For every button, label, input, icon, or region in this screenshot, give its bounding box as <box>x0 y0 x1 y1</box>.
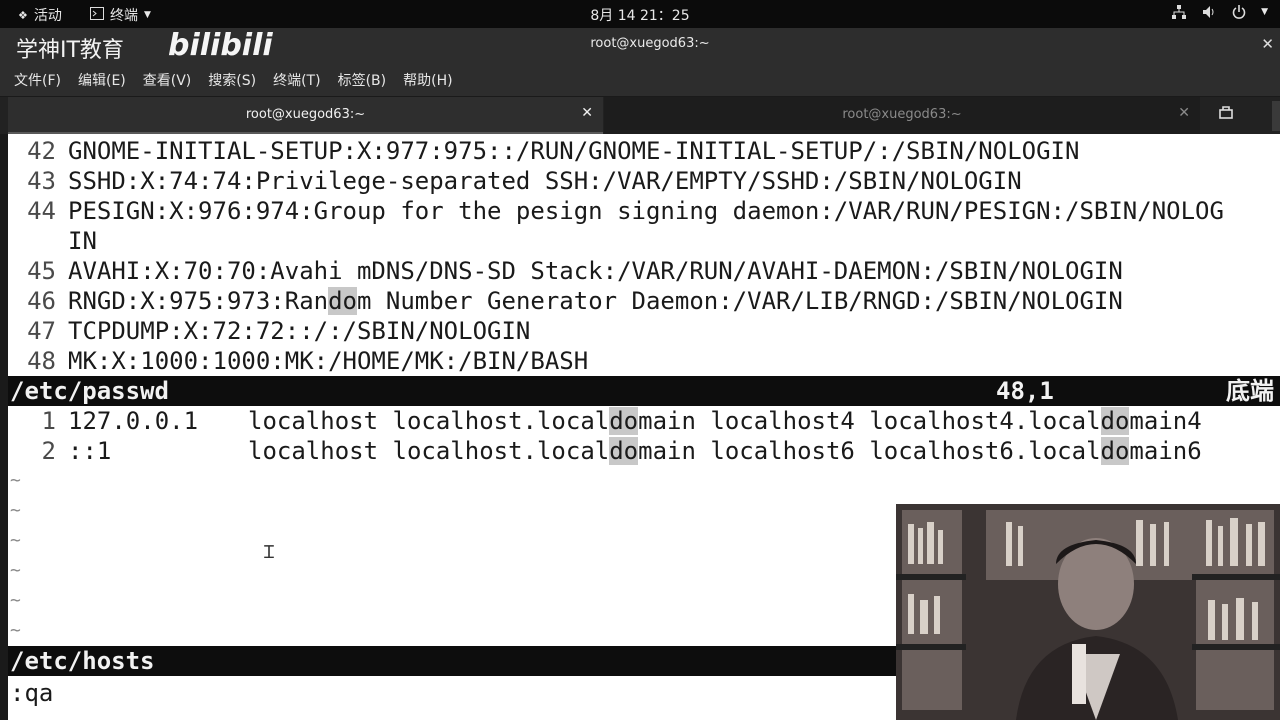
tab-label: root@xuegod63:~ <box>245 107 366 122</box>
tab-bar: root@xuegod63:~ ✕ root@xuegod63:~ ✕ <box>0 96 1280 135</box>
passwd-line: 44 PESIGN:X:976:974:Group for the pesign … <box>27 197 1224 225</box>
hosts-line: 2::1 localhost localhost.localdomain loca… <box>41 437 1202 465</box>
system-tray[interactable]: ▼ <box>1171 4 1268 20</box>
status-line-passwd: /etc/passwd 48,1 底端 <box>8 376 1280 406</box>
status-filename: /etc/hosts <box>10 647 155 675</box>
webcam-overlay <box>896 504 1280 720</box>
hosts-line: 1 127.0.0.1 localhost localhost.localdomai… <box>41 407 1202 435</box>
passwd-line: 43 SSHD:X:74:74:Privilege-separated SSH:/… <box>27 167 1022 195</box>
tab-label: root@xuegod63:~ <box>842 107 962 122</box>
menu-bar: 文件(F) 编辑(E) 查看(V) 搜索(S) 终端(T) 标签(B) 帮助(H… <box>0 64 1280 96</box>
empty-line-marker: ~ <box>10 470 21 491</box>
passwd-line: 47 TCPDUMP:X:72:72::/:/SBIN/NOLOGIN <box>27 317 531 345</box>
menu-file[interactable]: 文件(F) <box>14 70 61 90</box>
gnome-top-bar: ❖ 活动 终端 ▼ 8月 14 21：25 ▼ <box>0 0 1280 28</box>
window-titlebar[interactable]: 学神IT教育 bilibili root@xuegod63:~ ✕ <box>0 28 1280 64</box>
empty-line-marker: ~ <box>10 530 21 551</box>
close-icon[interactable]: ✕ <box>1261 35 1274 53</box>
tab-scroll-handle[interactable] <box>1272 101 1280 131</box>
menu-view[interactable]: 查看(V) <box>143 70 192 90</box>
tab-terminal-1[interactable]: root@xuegod63:~ ✕ <box>8 97 603 135</box>
passwd-line: 42 GNOME-INITIAL-SETUP:X:977:975::/RUN/GN… <box>27 137 1080 165</box>
passwd-line: 48 MK:X:1000:1000:MK:/HOME/MK:/BIN/BASH <box>27 347 589 375</box>
menu-tabs[interactable]: 标签(B) <box>338 70 387 90</box>
network-icon[interactable] <box>1171 4 1187 20</box>
power-icon[interactable] <box>1231 4 1247 20</box>
close-icon[interactable]: ✕ <box>1178 105 1190 121</box>
status-cursor-position: 48,1 <box>996 377 1054 405</box>
menu-search[interactable]: 搜索(S) <box>208 70 256 90</box>
menu-edit[interactable]: 编辑(E) <box>78 70 126 90</box>
menu-terminal[interactable]: 终端(T) <box>273 70 320 90</box>
empty-line-marker: ~ <box>10 620 21 641</box>
empty-line-marker: ~ <box>10 500 21 521</box>
empty-line-marker: ~ <box>10 560 21 581</box>
command-line[interactable]: :qa <box>10 678 53 708</box>
window-title: root@xuegod63:~ <box>590 36 710 51</box>
webcam-video-frame <box>896 504 1280 720</box>
volume-icon[interactable] <box>1201 4 1217 20</box>
passwd-line-wrap: IN <box>68 227 97 255</box>
tab-terminal-2[interactable]: root@xuegod63:~ ✕ <box>604 97 1200 135</box>
passwd-line: 46 RNGD:X:975:973:Random Number Generator… <box>27 287 1123 315</box>
close-icon[interactable]: ✕ <box>581 105 593 121</box>
clock[interactable]: 8月 14 21：25 <box>0 5 1280 25</box>
new-tab-icon[interactable] <box>1218 105 1234 125</box>
status-scroll-position: 底端 <box>1226 377 1274 405</box>
status-filename: /etc/passwd <box>10 377 169 405</box>
passwd-line: 45 AVAHI:X:70:70:Avahi mDNS/DNS-SD Stack:… <box>27 257 1123 285</box>
empty-line-marker: ~ <box>10 590 21 611</box>
chevron-down-icon[interactable]: ▼ <box>1261 4 1268 20</box>
menu-help[interactable]: 帮助(H) <box>403 70 452 90</box>
text-cursor-icon: Ɪ <box>264 542 275 563</box>
